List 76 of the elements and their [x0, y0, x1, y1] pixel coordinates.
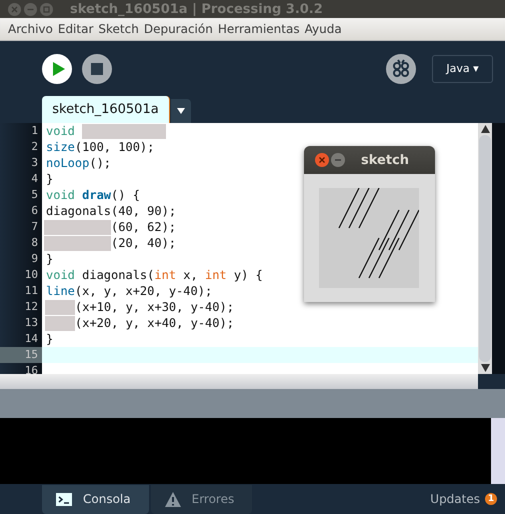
- play-icon: [52, 60, 66, 76]
- warning-icon: [164, 492, 181, 506]
- close-icon[interactable]: [315, 153, 329, 167]
- menu-item[interactable]: Ayuda: [304, 22, 342, 36]
- code-token: size: [46, 139, 75, 155]
- code-token: (x, y, x+20, y-40);: [74, 283, 212, 299]
- code-token: line: [46, 283, 75, 299]
- line-number: 6: [30, 203, 39, 219]
- minimize-icon[interactable]: [331, 153, 345, 167]
- code-token: (60, 62);: [111, 219, 176, 235]
- run-button[interactable]: [42, 54, 72, 84]
- redaction-block: [44, 236, 111, 250]
- sketch-window-title: sketch: [361, 152, 410, 168]
- menu-item[interactable]: Editar: [58, 22, 94, 36]
- code-token: (x+20, y, x+40, y-40);: [75, 315, 234, 331]
- code-token: void: [46, 267, 76, 283]
- code-token: y) {: [232, 267, 263, 283]
- menu-item[interactable]: Sketch: [98, 22, 139, 36]
- line-number: 14: [24, 331, 39, 347]
- code-editor[interactable]: void size(100, 100); noLoop(); } void draw() { diagonals(40, 90); (60, 62); (20, 40); } void diagonals(int x, int y) { line(x, y, x+20, y-40); (x+10, y, x+30, y-40); (x+20, y, x+40, y-40); } sketch: [42, 123, 478, 374]
- debugger-button[interactable]: [386, 54, 416, 84]
- code-token: ();: [89, 155, 112, 171]
- code-token: int: [204, 267, 227, 283]
- menu-item[interactable]: Archivo: [8, 22, 53, 36]
- code-token: int: [154, 267, 176, 283]
- console-tab[interactable]: Consola: [42, 484, 149, 514]
- line-number: 11: [24, 283, 39, 299]
- line-number: 12: [24, 299, 39, 315]
- code-token: (100, 100);: [74, 139, 154, 155]
- code-token: draw: [82, 187, 112, 203]
- menu-item[interactable]: Depuración: [144, 22, 213, 36]
- code-token: void: [46, 123, 76, 139]
- code-token: }: [46, 171, 54, 187]
- line-number: 7: [30, 219, 39, 235]
- code-token: (x+10, y, x+30, y-40);: [75, 299, 234, 315]
- line-number: 2: [30, 139, 39, 155]
- redaction-block: [45, 316, 75, 330]
- redaction-block: [45, 300, 75, 314]
- code-token: x,: [182, 267, 199, 283]
- window-title: sketch_160501a | Processing 3.0.2: [70, 2, 323, 16]
- code-token: (20, 40);: [111, 235, 176, 251]
- line-number: 10: [24, 267, 39, 283]
- redaction-block: [44, 220, 111, 234]
- up-arrow-icon[interactable]: [480, 125, 490, 133]
- code-token: }: [46, 251, 54, 267]
- update-count-badge: 1: [485, 493, 497, 505]
- line-number: 4: [30, 171, 39, 187]
- code-token: diagonals(: [82, 267, 154, 283]
- line-number: 15: [0, 347, 42, 363]
- stop-icon: [91, 62, 103, 74]
- mode-dropdown[interactable]: Java ▾: [432, 54, 493, 82]
- code-token: () {: [111, 187, 140, 203]
- console-scrollbar[interactable]: [491, 418, 505, 484]
- stop-button[interactable]: [82, 54, 112, 84]
- menu-item[interactable]: Herramientas: [218, 22, 300, 36]
- code-token: void: [46, 187, 76, 203]
- line-number: 3: [30, 155, 39, 171]
- horizontal-scrollbar[interactable]: [0, 374, 478, 389]
- editor-tab[interactable]: sketch_160501a: [42, 96, 170, 123]
- line-number: 13: [24, 315, 39, 331]
- line-number: 1: [30, 123, 39, 139]
- code-token: }: [46, 331, 54, 347]
- line-number: 8: [30, 235, 39, 251]
- line-number: 16: [24, 363, 39, 374]
- tab-menu-button[interactable]: [171, 99, 191, 123]
- caret-icon: [177, 108, 185, 114]
- line-number: 9: [30, 251, 39, 267]
- down-arrow-icon[interactable]: [480, 364, 490, 372]
- updates-link[interactable]: Updates: [430, 492, 480, 506]
- line-number: 5: [30, 187, 39, 203]
- butterfly-icon: [392, 58, 410, 78]
- console-tab[interactable]: Errores: [150, 484, 252, 514]
- vertical-scrollbar[interactable]: [478, 123, 492, 374]
- code-token: diagonals(40, 90);: [46, 203, 176, 219]
- terminal-icon: [56, 492, 72, 506]
- code-token: noLoop: [46, 155, 90, 171]
